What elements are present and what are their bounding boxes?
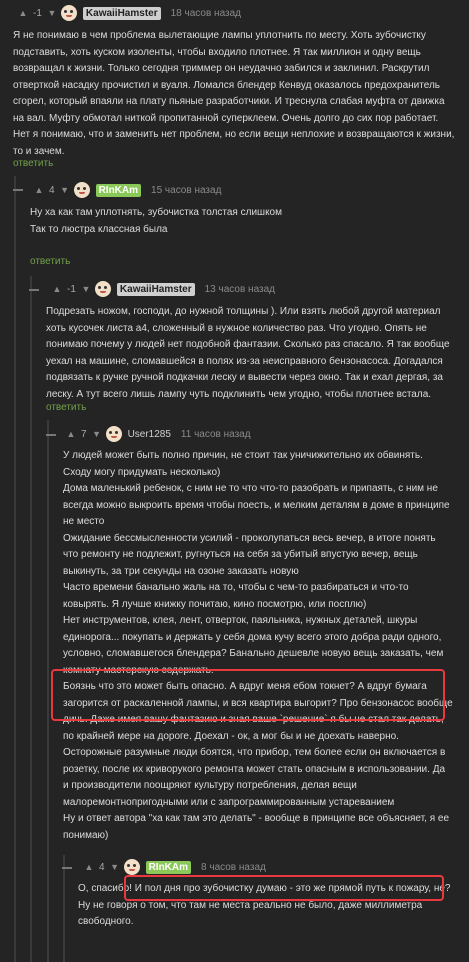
thread-line-4 [63,855,65,962]
chevron-down-icon[interactable]: ▼ [81,284,91,294]
comment-author[interactable]: User1285 [128,429,171,440]
comment-time: 11 часов назад [180,428,251,440]
reply-link[interactable]: ответить [30,256,70,267]
comment-time: 8 часов назад [201,861,266,873]
comment-header: ▲ -1 ▼ KawaiiHamster 18 часов назад [18,5,241,21]
comment-author[interactable]: KawaiiHamster [116,282,195,296]
comment-author[interactable]: KawaiiHamster [82,6,161,20]
thread-line-3 [47,420,49,962]
comment-header: ▲ 4 ▼ RInKAm 8 часов назад [84,859,266,875]
chevron-down-icon[interactable]: ▼ [92,429,102,439]
comment-time: 15 часов назад [151,184,222,196]
comment-text: Подрезать ножом, господи, до нужной толщ… [46,306,453,400]
collapse-icon[interactable] [62,867,72,869]
avatar-icon[interactable] [60,5,77,21]
collapse-icon[interactable] [46,434,56,436]
comment-time: 18 часов назад [170,7,241,19]
comment-author[interactable]: RInKAm [95,183,142,197]
chevron-up-icon[interactable]: ▲ [84,862,94,872]
comment-text: Ну ха как там уплотнять, зубочистка толс… [30,207,282,235]
reply-link[interactable]: ответить [46,402,86,413]
comment-header: ▲ -1 ▼ KawaiiHamster 13 часов назад [52,281,275,297]
comment-score: -1 [33,7,42,19]
collapse-icon[interactable] [13,189,23,191]
comment-score: -1 [67,283,76,295]
comment-score: 7 [81,428,87,440]
comment-score: 4 [49,184,55,196]
chevron-down-icon[interactable]: ▼ [60,185,70,195]
comment-score: 4 [99,861,105,873]
avatar-icon[interactable] [73,182,90,198]
comment-time: 13 часов назад [204,283,275,295]
comment-author[interactable]: RInKAm [145,860,192,874]
collapse-icon[interactable] [29,289,39,291]
avatar-icon[interactable] [105,426,122,442]
chevron-up-icon[interactable]: ▲ [52,284,62,294]
chevron-up-icon[interactable]: ▲ [18,8,28,18]
comment-header: ▲ 7 ▼ User1285 11 часов назад [66,426,251,442]
thread-line-2 [30,276,32,962]
avatar-icon[interactable] [94,281,111,297]
thread-line-1 [14,176,16,962]
comment-header: ▲ 4 ▼ RInKAm 15 часов назад [34,182,221,198]
highlight-box [124,875,444,901]
chevron-up-icon[interactable]: ▲ [34,185,44,195]
avatar-icon[interactable] [123,859,140,875]
highlight-box [51,669,445,721]
reply-link[interactable]: ответить [13,158,53,169]
chevron-up-icon[interactable]: ▲ [66,429,76,439]
comment-text: У людей может быть полно причин, не стои… [63,450,456,841]
comment-text: Я не понимаю в чем проблема вылетающие л… [13,30,458,157]
chevron-down-icon[interactable]: ▼ [47,8,57,18]
chevron-down-icon[interactable]: ▼ [110,862,120,872]
